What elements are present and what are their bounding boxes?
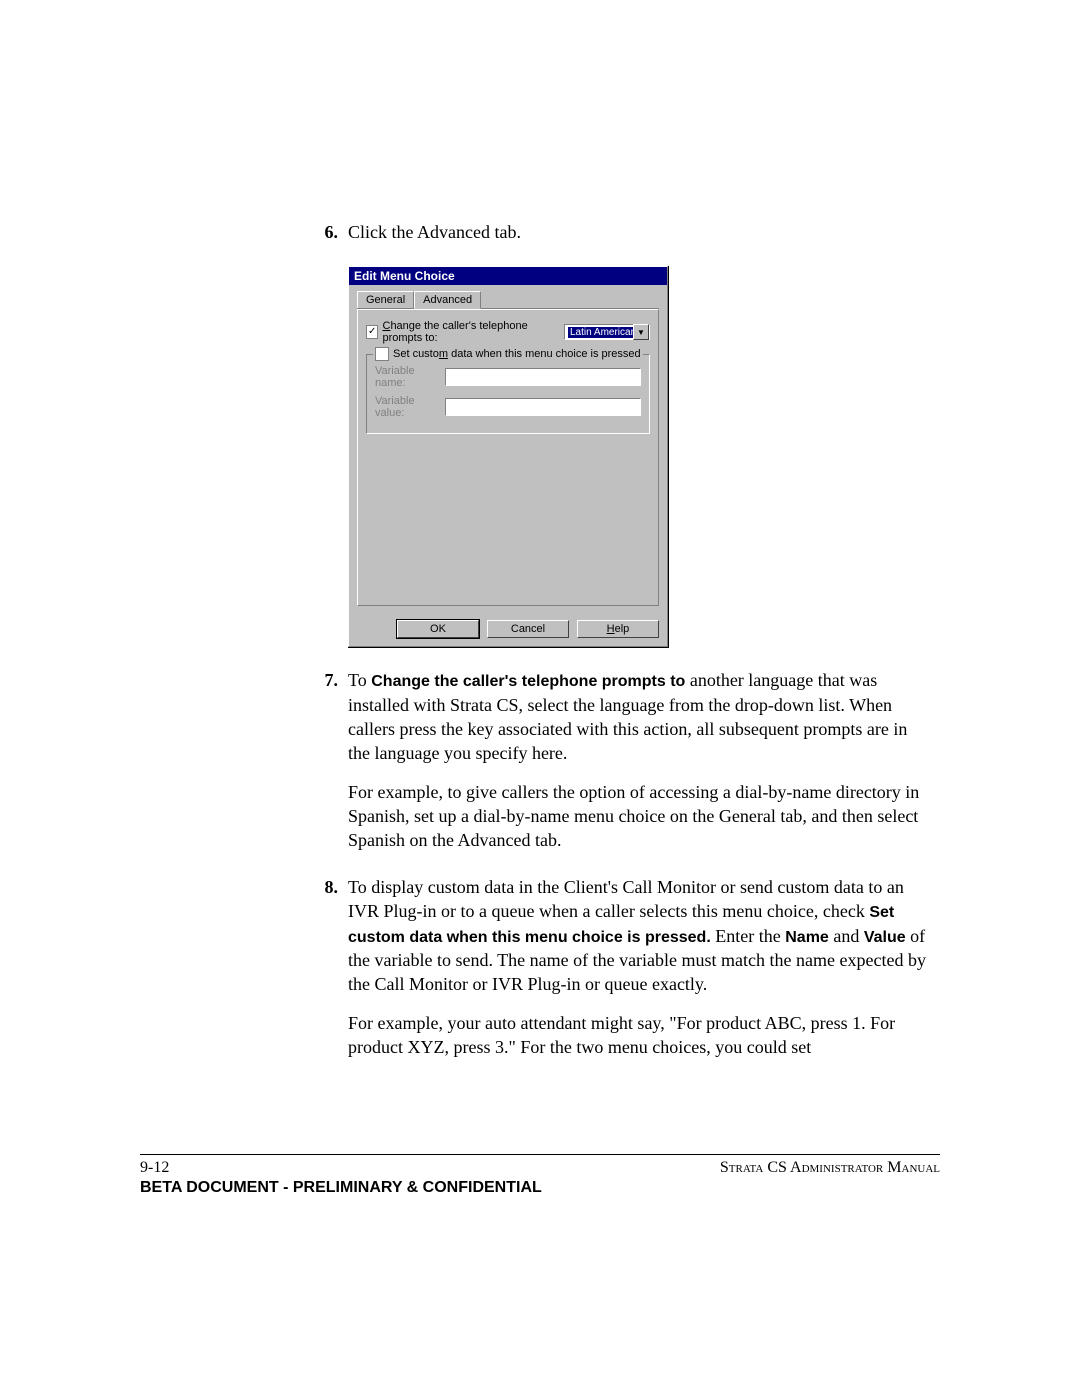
change-prompts-checkbox[interactable] bbox=[366, 325, 378, 339]
dialog-button-row: OK Cancel Help bbox=[349, 614, 667, 646]
dialog-frame: Edit Menu Choice General Advanced Change… bbox=[348, 266, 668, 647]
dialog-edit-menu-choice: Edit Menu Choice General Advanced Change… bbox=[348, 266, 669, 648]
variable-value-label: Variable value: bbox=[375, 395, 445, 419]
change-prompts-label: Change the caller's telephone prompts to… bbox=[382, 320, 560, 344]
page-number: 9-12 bbox=[140, 1159, 169, 1177]
variable-name-input[interactable] bbox=[445, 368, 641, 386]
page-footer: 9-12 Strata CS Administrator Manual BETA… bbox=[140, 1154, 940, 1197]
step-number: 7. bbox=[310, 668, 338, 866]
dialog-titlebar: Edit Menu Choice bbox=[349, 267, 667, 285]
step-number: 6. bbox=[310, 220, 338, 258]
dialog-body: General Advanced Change the caller's tel… bbox=[349, 285, 667, 614]
step-7-p1: To Change the caller's telephone prompts… bbox=[348, 668, 930, 765]
step-8-p1: To display custom data in the Client's C… bbox=[348, 875, 930, 997]
variable-value-row: Variable value: bbox=[375, 395, 641, 419]
language-select[interactable]: Latin American S ▼ bbox=[564, 324, 650, 340]
variable-name-row: Variable name: bbox=[375, 365, 641, 389]
ok-button[interactable]: OK bbox=[397, 620, 479, 638]
manual-title: Strata CS Administrator Manual bbox=[720, 1159, 940, 1177]
change-prompts-row: Change the caller's telephone prompts to… bbox=[366, 320, 650, 344]
tab-strip: General Advanced bbox=[357, 291, 659, 309]
step-8: 8. To display custom data in the Client'… bbox=[310, 875, 930, 1074]
tab-pane-advanced: Change the caller's telephone prompts to… bbox=[357, 309, 659, 606]
cancel-button[interactable]: Cancel bbox=[487, 620, 569, 638]
confidential-notice: BETA DOCUMENT - PRELIMINARY & CONFIDENTI… bbox=[140, 1179, 940, 1197]
language-select-value: Latin American S bbox=[568, 327, 633, 338]
step-number: 8. bbox=[310, 875, 338, 1074]
footer-row: 9-12 Strata CS Administrator Manual bbox=[140, 1159, 940, 1177]
variable-value-input[interactable] bbox=[445, 398, 641, 416]
step-text: To Change the caller's telephone prompts… bbox=[348, 668, 930, 866]
help-button[interactable]: Help bbox=[577, 620, 659, 638]
custom-data-label: Set custom data when this menu choice is… bbox=[393, 348, 641, 360]
custom-data-legend: Set custom data when this menu choice is… bbox=[373, 347, 643, 361]
manual-page: 6. Click the Advanced tab. Edit Menu Cho… bbox=[0, 0, 1080, 1397]
tab-general[interactable]: General bbox=[357, 291, 414, 308]
tab-advanced[interactable]: Advanced bbox=[414, 291, 481, 309]
step-6: 6. Click the Advanced tab. bbox=[310, 220, 930, 258]
chevron-down-icon: ▼ bbox=[633, 324, 649, 340]
step-6-text: Click the Advanced tab. bbox=[348, 220, 930, 244]
custom-data-checkbox[interactable] bbox=[375, 347, 389, 361]
variable-name-label: Variable name: bbox=[375, 365, 445, 389]
step-text: Click the Advanced tab. bbox=[348, 220, 930, 258]
step-7-p2: For example, to give callers the option … bbox=[348, 780, 930, 853]
custom-data-group: Set custom data when this menu choice is… bbox=[366, 354, 650, 434]
step-text: To display custom data in the Client's C… bbox=[348, 875, 930, 1074]
step-8-p2: For example, your auto attendant might s… bbox=[348, 1011, 930, 1060]
step-7: 7. To Change the caller's telephone prom… bbox=[310, 668, 930, 866]
